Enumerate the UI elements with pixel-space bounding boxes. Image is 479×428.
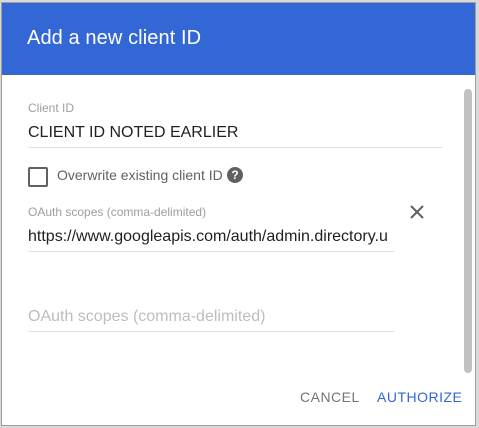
client-id-label: Client ID — [28, 101, 75, 115]
scopes-label: OAuth scopes (comma-delimited) — [28, 205, 207, 219]
new-scopes-input[interactable] — [28, 303, 394, 332]
dialog-header: Add a new client ID — [2, 3, 475, 75]
cancel-button[interactable]: CANCEL — [300, 389, 360, 405]
close-icon[interactable] — [407, 202, 427, 222]
authorize-button[interactable]: AUTHORIZE — [377, 389, 462, 405]
client-id-field[interactable]: CLIENT ID NOTED EARLIER — [28, 124, 442, 142]
scopes-field[interactable]: https://www.googleapis.com/auth/admin.di… — [28, 228, 394, 246]
dialog-title: Add a new client ID — [27, 27, 202, 49]
client-id-underline — [28, 147, 442, 148]
add-client-id-dialog: Add a new client ID Client ID CLIENT ID … — [1, 2, 476, 426]
scopes-underline — [28, 251, 394, 252]
scrollbar[interactable] — [464, 89, 472, 375]
scrollbar-thumb[interactable] — [464, 89, 472, 373]
overwrite-label[interactable]: Overwrite existing client ID — [57, 167, 223, 183]
help-icon[interactable]: ? — [227, 167, 243, 183]
overwrite-checkbox[interactable] — [28, 167, 48, 187]
